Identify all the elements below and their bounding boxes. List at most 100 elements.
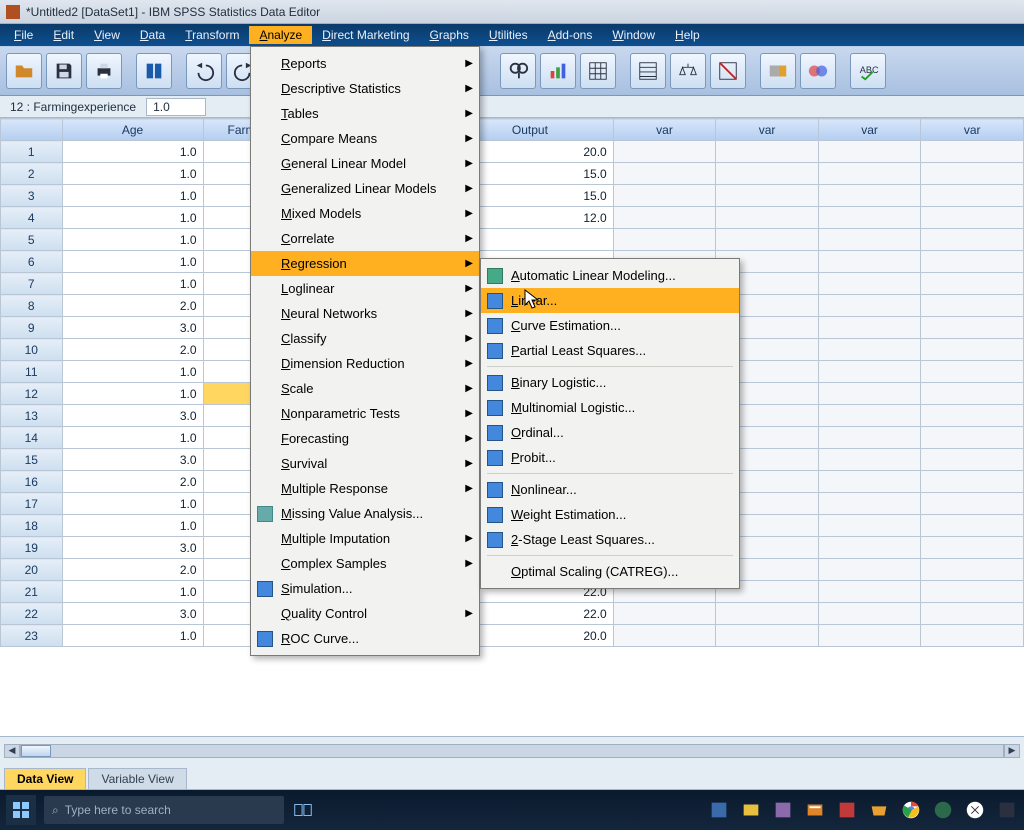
cell-empty[interactable] (818, 581, 921, 603)
cell[interactable]: 3.0 (62, 537, 203, 559)
cell-empty[interactable] (716, 163, 819, 185)
taskbar-app-icon[interactable] (964, 799, 986, 821)
row-number[interactable]: 11 (1, 361, 63, 383)
scroll-left-icon[interactable]: ◀ (4, 744, 20, 758)
menu-help[interactable]: Help (665, 26, 710, 44)
cell[interactable]: 2.0 (62, 295, 203, 317)
cell-empty[interactable] (818, 207, 921, 229)
col-header[interactable]: var (818, 119, 921, 141)
row-number[interactable]: 7 (1, 273, 63, 295)
menu-item-generalized-linear-models[interactable]: Generalized Linear Models▶ (251, 176, 479, 201)
cell-empty[interactable] (613, 625, 716, 647)
menu-item-roc-curve[interactable]: ROC Curve... (251, 626, 479, 651)
cell-empty[interactable] (921, 581, 1024, 603)
cell-empty[interactable] (818, 625, 921, 647)
taskbar-app-icon[interactable] (836, 799, 858, 821)
menu-item-compare-means[interactable]: Compare Means▶ (251, 126, 479, 151)
cell[interactable]: 1.0 (62, 361, 203, 383)
menu-item-nonlinear[interactable]: Nonlinear... (481, 477, 739, 502)
cell-empty[interactable] (818, 251, 921, 273)
row-number[interactable]: 3 (1, 185, 63, 207)
print-button[interactable] (86, 53, 122, 89)
menu-item-weight-estimation[interactable]: Weight Estimation... (481, 502, 739, 527)
cell-empty[interactable] (716, 625, 819, 647)
cell[interactable]: 2.0 (62, 339, 203, 361)
value-labels-button[interactable] (760, 53, 796, 89)
menu-item-multiple-imputation[interactable]: Multiple Imputation▶ (251, 526, 479, 551)
cell-empty[interactable] (613, 163, 716, 185)
cell-empty[interactable] (716, 603, 819, 625)
cell-empty[interactable] (818, 317, 921, 339)
cell-empty[interactable] (921, 361, 1024, 383)
menu-item-automatic-linear-modeling[interactable]: Automatic Linear Modeling... (481, 263, 739, 288)
select-cases-button[interactable] (710, 53, 746, 89)
cell[interactable]: 1.0 (62, 515, 203, 537)
menu-item-linear[interactable]: Linear... (481, 288, 739, 313)
cell-empty[interactable] (613, 229, 716, 251)
row-number[interactable]: 16 (1, 471, 63, 493)
menu-item-correlate[interactable]: Correlate▶ (251, 226, 479, 251)
cell-empty[interactable] (818, 449, 921, 471)
cell[interactable]: 3.0 (62, 603, 203, 625)
taskbar-app-icon[interactable] (996, 799, 1018, 821)
row-num-header[interactable] (1, 119, 63, 141)
cell-empty[interactable] (818, 185, 921, 207)
cell[interactable]: 1.0 (62, 185, 203, 207)
menu-add-ons[interactable]: Add-ons (538, 26, 603, 44)
row-number[interactable]: 9 (1, 317, 63, 339)
menu-item-multiple-response[interactable]: Multiple Response▶ (251, 476, 479, 501)
menu-item-descriptive-statistics[interactable]: Descriptive Statistics▶ (251, 76, 479, 101)
cell-empty[interactable] (921, 185, 1024, 207)
menu-item-quality-control[interactable]: Quality Control▶ (251, 601, 479, 626)
cell-empty[interactable] (921, 207, 1024, 229)
open-button[interactable] (6, 53, 42, 89)
cell-empty[interactable] (818, 273, 921, 295)
cell-empty[interactable] (818, 229, 921, 251)
cell-empty[interactable] (818, 427, 921, 449)
cell-empty[interactable] (921, 405, 1024, 427)
col-header[interactable]: var (716, 119, 819, 141)
find-button[interactable] (500, 53, 536, 89)
cell[interactable]: 3.0 (62, 449, 203, 471)
row-number[interactable]: 22 (1, 603, 63, 625)
chart-button[interactable] (540, 53, 576, 89)
cell-empty[interactable] (921, 449, 1024, 471)
menu-file[interactable]: File (4, 26, 43, 44)
cell-empty[interactable] (716, 185, 819, 207)
cell-empty[interactable] (921, 295, 1024, 317)
cell[interactable]: 1.0 (62, 273, 203, 295)
row-number[interactable]: 13 (1, 405, 63, 427)
cell-empty[interactable] (613, 141, 716, 163)
cell-empty[interactable] (921, 229, 1024, 251)
use-sets-button[interactable] (800, 53, 836, 89)
row-number[interactable]: 21 (1, 581, 63, 603)
row-number[interactable]: 17 (1, 493, 63, 515)
table-row[interactable]: 223.02.01.022.0 (1, 603, 1024, 625)
cell[interactable]: 3.0 (62, 405, 203, 427)
cell[interactable]: 2.0 (62, 559, 203, 581)
taskbar-search[interactable]: ⌕ Type here to search (44, 796, 284, 824)
cell[interactable]: 1.0 (62, 383, 203, 405)
cell-empty[interactable] (818, 537, 921, 559)
cell[interactable]: 1.0 (62, 493, 203, 515)
row-number[interactable]: 12 (1, 383, 63, 405)
save-button[interactable] (46, 53, 82, 89)
table-row[interactable]: 41.01.012.0 (1, 207, 1024, 229)
menu-window[interactable]: Window (602, 26, 665, 44)
row-number[interactable]: 4 (1, 207, 63, 229)
cell-empty[interactable] (921, 603, 1024, 625)
cell-empty[interactable] (818, 515, 921, 537)
cell[interactable]: 1.0 (62, 581, 203, 603)
taskbar-app-icon[interactable] (868, 799, 890, 821)
tab-data-view[interactable]: Data View (4, 768, 86, 789)
row-number[interactable]: 23 (1, 625, 63, 647)
taskbar-app-icon[interactable] (804, 799, 826, 821)
cell[interactable]: 1.0 (62, 251, 203, 273)
menu-utilities[interactable]: Utilities (479, 26, 538, 44)
row-number[interactable]: 20 (1, 559, 63, 581)
cell-empty[interactable] (818, 603, 921, 625)
cell-empty[interactable] (921, 251, 1024, 273)
spellcheck-button[interactable]: ABC (850, 53, 886, 89)
cell-empty[interactable] (818, 295, 921, 317)
row-number[interactable]: 8 (1, 295, 63, 317)
